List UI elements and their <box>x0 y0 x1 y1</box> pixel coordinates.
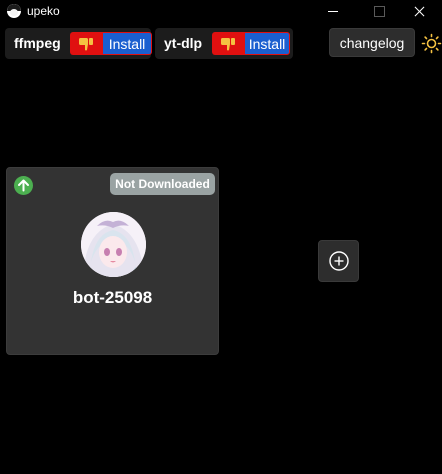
status-badge: Not Downloaded <box>110 173 215 195</box>
dependency-status <box>70 32 102 55</box>
install-ffmpeg-button[interactable]: Install <box>102 32 152 55</box>
dependency-name: ffmpeg <box>14 35 61 51</box>
plus-circle-icon <box>328 251 349 271</box>
update-button[interactable] <box>14 176 33 195</box>
bot-card[interactable]: Not Downloaded bot-25098 <box>6 167 219 355</box>
title-bar: upeko <box>0 0 442 22</box>
maximize-icon <box>373 5 385 17</box>
dependency-yt-dlp: yt-dlp Install <box>155 28 293 59</box>
arrow-up-icon <box>18 179 29 192</box>
dependency-status <box>212 32 244 55</box>
dependency-name: yt-dlp <box>164 35 203 51</box>
sun-icon <box>421 33 442 54</box>
install-yt-dlp-button[interactable]: Install <box>244 32 290 55</box>
add-bot-button[interactable] <box>318 240 359 282</box>
minimize-icon <box>328 10 338 12</box>
bot-name: bot-25098 <box>72 288 153 307</box>
theme-toggle-button[interactable] <box>421 33 442 54</box>
window-title: upeko <box>27 4 60 18</box>
bot-avatar <box>81 212 146 277</box>
close-button[interactable] <box>396 0 442 22</box>
thumbs-down-icon <box>221 37 235 50</box>
thumbs-down-icon <box>79 37 93 50</box>
close-icon <box>414 6 425 17</box>
minimize-button[interactable] <box>310 0 356 22</box>
dependency-ffmpeg: ffmpeg Install <box>5 28 152 59</box>
app-window: upeko ffmpeg Install yt-dlp Install chan… <box>0 0 442 474</box>
app-logo-icon <box>7 4 21 18</box>
changelog-button[interactable]: changelog <box>329 28 415 57</box>
avatar-image <box>81 212 146 277</box>
